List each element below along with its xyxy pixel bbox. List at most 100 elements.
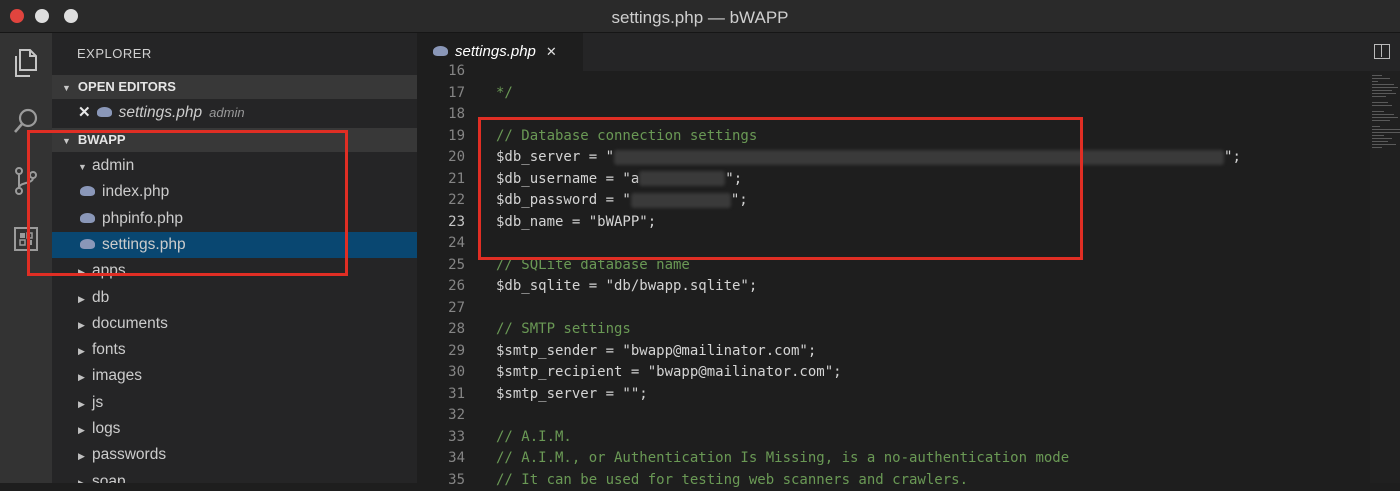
code-text: // SQLite database name	[496, 257, 690, 273]
line-number: 27	[417, 298, 465, 320]
minimap-line	[1372, 75, 1382, 76]
title-bar: settings.php — bWAPP	[0, 0, 1400, 33]
tree-item-label: passwords	[92, 446, 166, 463]
tree-folder[interactable]: ▶soap	[52, 469, 417, 483]
chevron-right-icon: ▶	[78, 470, 92, 483]
code-line: // It can be used for testing web scanne…	[496, 470, 968, 491]
minimap-line	[1372, 135, 1384, 136]
line-number: 28	[417, 319, 465, 341]
extensions-icon[interactable]	[8, 221, 44, 257]
tree-item-label: fonts	[92, 341, 126, 358]
minimap-line	[1372, 102, 1388, 103]
line-number: 22	[417, 190, 465, 212]
chevron-right-icon: ▶	[78, 443, 92, 469]
code-line: $smtp_sender = "bwapp@mailinator.com";	[496, 341, 816, 363]
open-editor-item[interactable]: ✕settings.phpadmin	[52, 100, 417, 126]
open-editors-header[interactable]: ▼OPEN EDITORS	[52, 75, 417, 99]
tree-folder[interactable]: ▶fonts	[52, 337, 417, 363]
minimap-line	[1372, 120, 1390, 121]
chevron-right-icon: ▶	[78, 417, 92, 443]
tree-folder[interactable]: ▶js	[52, 390, 417, 416]
code-line: // Database connection settings	[496, 126, 757, 148]
chevron-right-icon: ▶	[78, 391, 92, 417]
minimap-line	[1372, 138, 1392, 139]
minimap-line	[1372, 96, 1386, 97]
code-text: */	[496, 85, 513, 101]
line-number: 30	[417, 362, 465, 384]
code-text: $smtp_recipient = "bwapp@mailinator.com"…	[496, 364, 842, 380]
code-line: $db_sqlite = "db/bwapp.sqlite";	[496, 276, 757, 298]
line-number: 35	[417, 470, 465, 491]
tree-file[interactable]: index.php	[52, 179, 417, 205]
tree-folder[interactable]: ▶db	[52, 285, 417, 311]
tab-bar: settings.php✕	[417, 33, 1400, 71]
collapse-triangle-icon: ▼	[62, 136, 71, 146]
code-text: $db_name = "bWAPP";	[496, 214, 656, 230]
files-icon[interactable]	[8, 45, 44, 81]
code-line: $db_password = "";	[496, 190, 748, 212]
redacted-value	[639, 171, 725, 186]
chevron-down-icon: ▼	[78, 154, 92, 180]
code-text: // It can be used for testing web scanne…	[496, 472, 968, 488]
line-number: 32	[417, 405, 465, 427]
minimap[interactable]	[1370, 71, 1400, 483]
code-text: $db_password = "	[496, 192, 631, 208]
tree-item-label: logs	[92, 420, 120, 437]
code-line: $db_username = "a";	[496, 169, 742, 191]
tree-file[interactable]: settings.php	[52, 232, 417, 258]
split-editor-icon[interactable]	[1374, 44, 1390, 59]
code-text: $smtp_server = "";	[496, 386, 648, 402]
tree-folder[interactable]: ▶logs	[52, 416, 417, 442]
minimap-line	[1372, 144, 1396, 145]
minimap-line	[1372, 141, 1388, 142]
chevron-right-icon: ▶	[78, 259, 92, 285]
tree-folder[interactable]: ▶passwords	[52, 442, 417, 468]
code-text: $db_sqlite = "db/bwapp.sqlite";	[496, 278, 757, 294]
line-number-gutter: 1617181920212223242526272829303132333435	[417, 71, 475, 483]
php-file-icon	[433, 46, 448, 56]
minimap-line	[1372, 147, 1382, 148]
code-text: // Database connection settings	[496, 128, 757, 144]
minimap-line	[1372, 111, 1384, 112]
tree-item-label: db	[92, 289, 109, 306]
minimap-line	[1372, 84, 1394, 85]
activity-bar	[0, 33, 52, 483]
code-line: // A.I.M.	[496, 427, 572, 449]
search-icon[interactable]	[8, 103, 44, 139]
tree-item-label: index.php	[102, 183, 169, 200]
code-line: // SQLite database name	[496, 255, 690, 277]
line-number: 17	[417, 83, 465, 105]
minimap-line	[1372, 129, 1400, 130]
tree-item-label: settings.php	[102, 236, 186, 253]
line-number: 20	[417, 147, 465, 169]
tree-item-label: js	[92, 394, 103, 411]
tree-folder[interactable]: ▶documents	[52, 311, 417, 337]
tree-folder[interactable]: ▶apps	[52, 258, 417, 284]
close-icon[interactable]: ✕	[546, 44, 557, 59]
tree-file[interactable]: phpinfo.php	[52, 206, 417, 232]
minimap-line	[1372, 81, 1378, 82]
source-control-icon[interactable]	[8, 163, 44, 199]
code-text: $db_server = "	[496, 149, 614, 165]
line-number: 29	[417, 341, 465, 363]
chevron-right-icon: ▶	[78, 286, 92, 312]
code-line: $db_server = "";	[496, 147, 1241, 169]
explorer-title: EXPLORER	[77, 46, 152, 61]
tree-item-label: documents	[92, 315, 168, 332]
minimap-line	[1372, 87, 1398, 88]
window-title: settings.php — bWAPP	[0, 8, 1400, 28]
line-number: 24	[417, 233, 465, 255]
code-text: // A.I.M.	[496, 429, 572, 445]
close-icon[interactable]: ✕	[78, 104, 91, 121]
line-number: 31	[417, 384, 465, 406]
tree-folder[interactable]: ▶images	[52, 363, 417, 389]
chevron-right-icon: ▶	[78, 312, 92, 338]
line-number: 21	[417, 169, 465, 191]
code-line: $smtp_recipient = "bwapp@mailinator.com"…	[496, 362, 842, 384]
tree-folder[interactable]: ▼admin	[52, 153, 417, 179]
project-header[interactable]: ▼BWAPP	[52, 128, 417, 152]
minimap-line	[1372, 90, 1392, 91]
explorer-sidebar: EXPLORER ▼OPEN EDITORS ✕settings.phpadmi…	[52, 33, 417, 483]
code-content[interactable]: */ // Database connection settings $db_ser…	[496, 71, 1356, 483]
php-file-icon	[80, 186, 95, 196]
